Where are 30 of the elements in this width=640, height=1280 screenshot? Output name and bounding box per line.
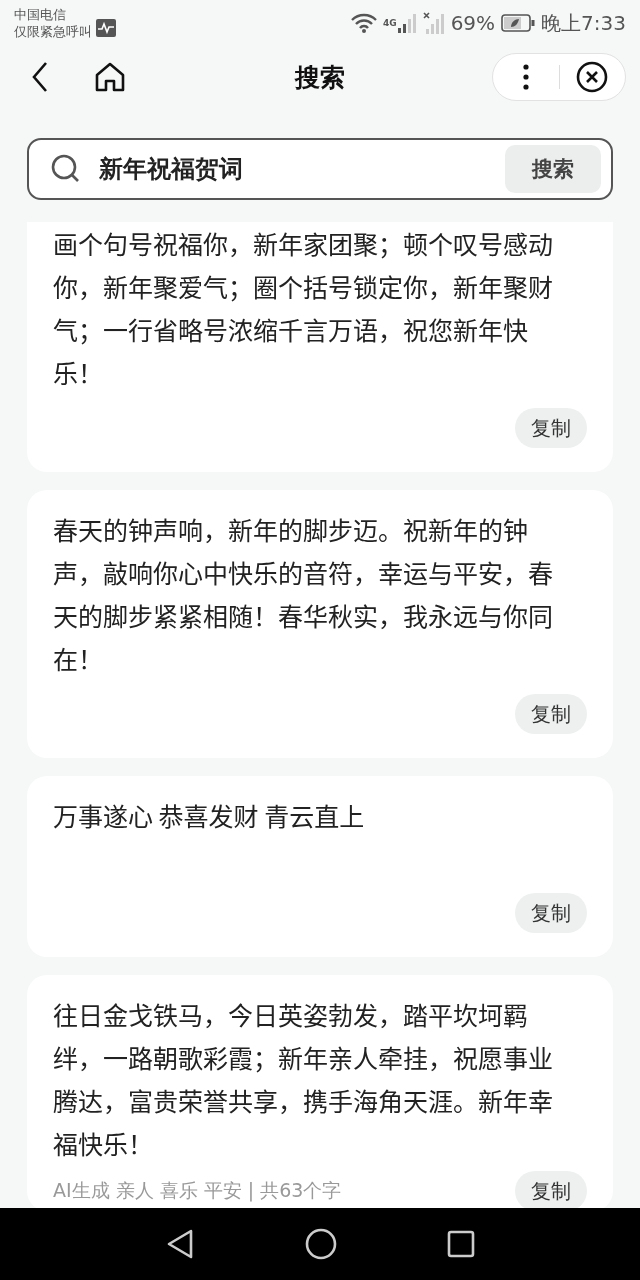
wifi-icon <box>350 13 377 33</box>
copy-button[interactable]: 复制 <box>515 1171 587 1208</box>
more-icon <box>522 64 529 90</box>
page-title: 搜索 <box>295 62 345 92</box>
back-nav-button[interactable] <box>165 1228 195 1260</box>
greeting-text: 春天的钟声响，新年的脚步迈。祝新年的钟声，敲响你心中快乐的音符，幸运与平安，春天的脚步紧紧相随！春华秋实，我永远与你同在！ <box>53 510 554 678</box>
search-icon <box>51 154 81 184</box>
search-field[interactable]: 新年祝福贺词 搜索 <box>27 138 613 200</box>
battery-icon <box>501 14 536 32</box>
greeting-text: 往日金戈铁马，今日英姿勃发，踏平坎坷羁绊，一路朝歌彩霞；新年亲人牵挂，祝愿事业腾达，富贵荣誉共享，携手海角天涯。新年幸福快乐！ <box>53 995 554 1163</box>
close-icon <box>576 61 609 93</box>
carrier-note: 仅限紧急呼叫 <box>14 23 92 40</box>
search-button[interactable]: 搜索 <box>505 145 601 193</box>
clock: 晚上7:33 <box>541 9 626 37</box>
greeting-text: 画个句号祝福你，新年家团聚；顿个叹号感动你，新年聚爱气；圈个括号锁定你，新年聚财气；一行省略号浓缩千言万语，祝您新年快乐！ <box>53 224 554 392</box>
copy-button[interactable]: 复制 <box>515 408 587 448</box>
copy-button[interactable]: 复制 <box>515 694 587 734</box>
network-type: 4G <box>382 17 397 28</box>
carrier-name: 中国电信 <box>14 6 67 23</box>
back-button[interactable] <box>30 61 50 93</box>
result-meta: AI生成 亲人 喜乐 平安 | 共63个字 <box>53 1178 342 1204</box>
recents-nav-button[interactable] <box>447 1230 475 1258</box>
home-button[interactable] <box>94 62 126 92</box>
copy-button[interactable]: 复制 <box>515 893 587 933</box>
battery-percent: 69% <box>450 11 496 35</box>
no-signal-icon <box>422 12 445 34</box>
home-nav-button[interactable] <box>305 1228 337 1260</box>
greeting-text: 万事遂心 恭喜发财 青云直上 <box>53 796 366 835</box>
signal-icon <box>396 13 417 33</box>
activity-icon <box>96 19 116 37</box>
